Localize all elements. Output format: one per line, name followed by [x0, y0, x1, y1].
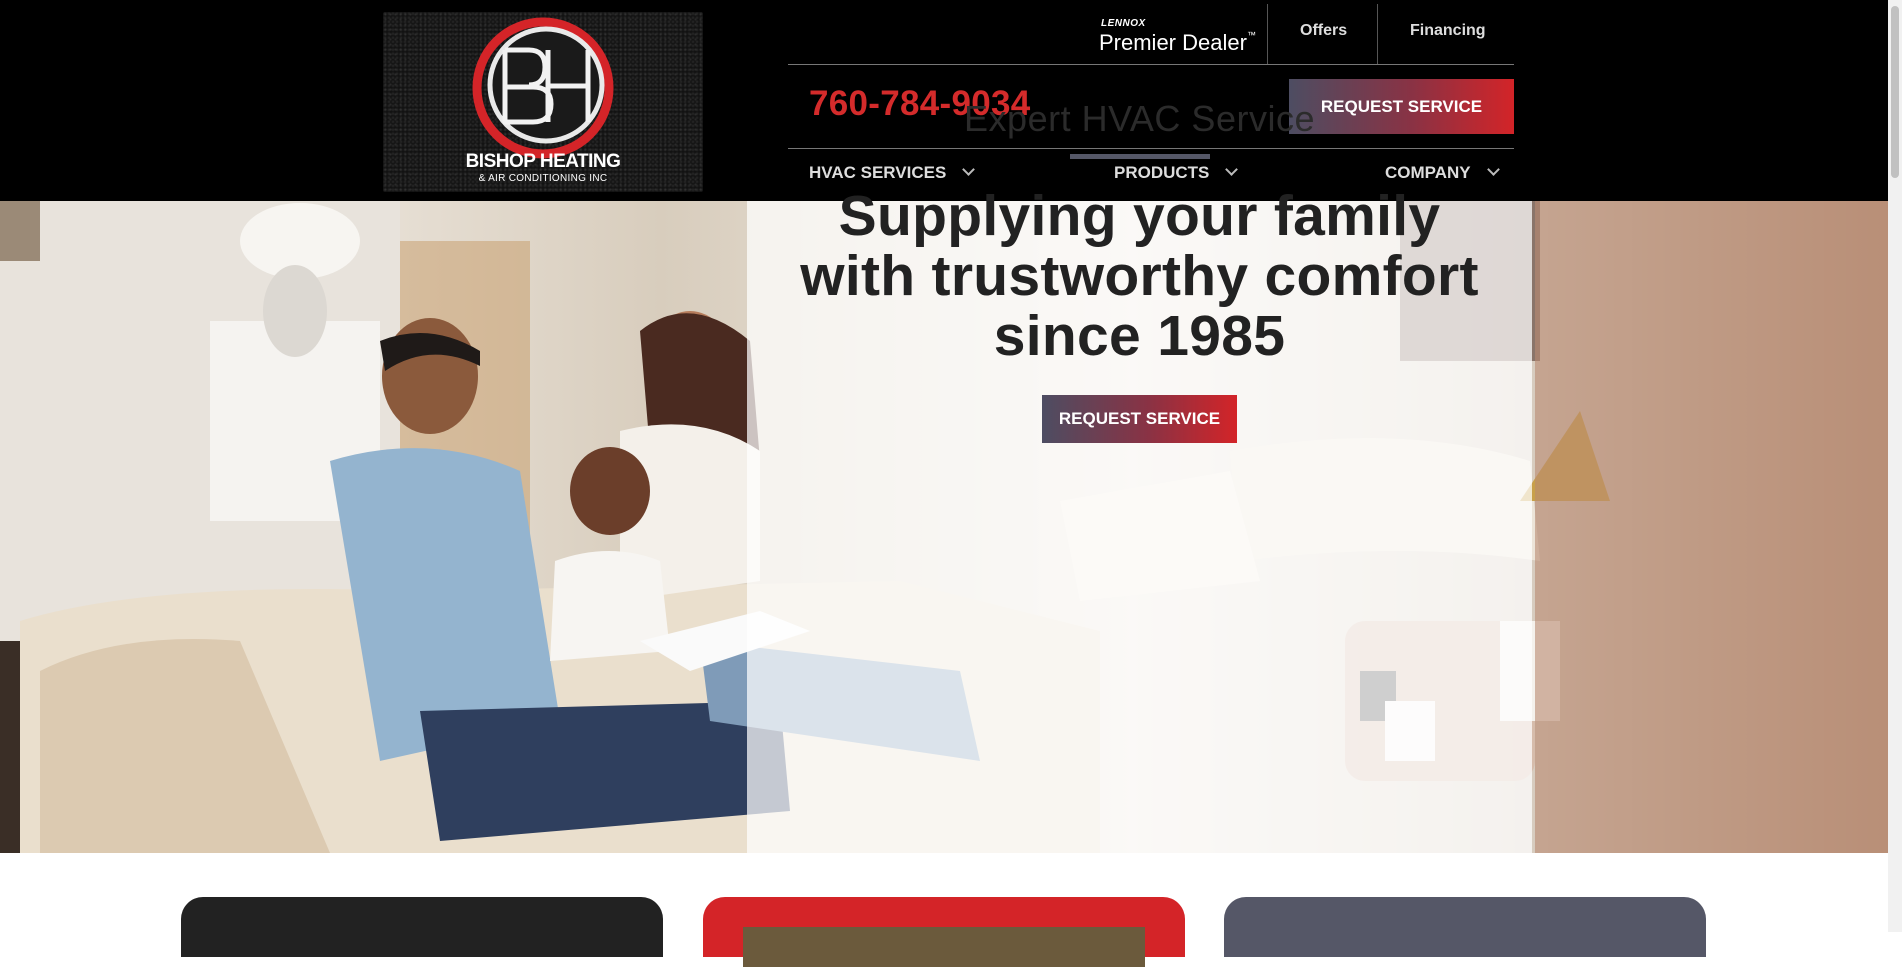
feature-card-image [743, 927, 1145, 967]
nav-products-label: PRODUCTS [1114, 163, 1210, 182]
hero-request-service-button[interactable]: REQUEST SERVICE [1042, 395, 1237, 443]
company-logo[interactable]: BISHOP HEATING & AIR CONDITIONING INC [383, 12, 703, 192]
premier-dealer-label: Premier Dealer [1099, 30, 1247, 55]
feature-card-red[interactable] [703, 897, 1185, 967]
hero-headline-line-2: with trustworthy comfort [800, 244, 1479, 308]
scrollbar-thumb[interactable] [1891, 6, 1899, 178]
hero-headline: Supplying your family with trustworthy c… [747, 186, 1532, 366]
feature-card-dark[interactable] [181, 897, 663, 957]
header-rule-bottom [788, 148, 1514, 149]
trademark-symbol: ™ [1246, 30, 1256, 40]
nav-company[interactable]: COMPANY [1385, 163, 1500, 183]
page-scrollbar[interactable] [1888, 0, 1902, 932]
nav-products[interactable]: PRODUCTS [1114, 163, 1239, 183]
chevron-down-icon [962, 163, 976, 176]
financing-link[interactable]: Financing [1410, 22, 1486, 40]
hero-headline-line-3: since 1985 [993, 304, 1286, 368]
lennox-logo-text: LENNOX [1101, 18, 1146, 29]
feature-card-slate[interactable] [1224, 897, 1706, 957]
offers-link[interactable]: Offers [1300, 22, 1347, 40]
header-divider [1377, 4, 1378, 64]
hero-divider [1070, 154, 1210, 159]
header-rule-top [788, 64, 1514, 65]
nav-hvac-services-label: HVAC SERVICES [809, 163, 947, 182]
nav-company-label: COMPANY [1385, 163, 1471, 182]
lennox-premier-dealer-badge: LENNOX Premier Dealer™ [1099, 16, 1267, 56]
logo-company-subtitle: & AIR CONDITIONING INC [478, 173, 608, 184]
hero-subtitle: Expert HVAC Service [964, 98, 1315, 139]
logo-company-name: BISHOP HEATING [465, 151, 621, 172]
premier-dealer-text: Premier Dealer™ [1099, 30, 1256, 56]
header-divider [1267, 4, 1268, 64]
chevron-down-icon [1486, 163, 1500, 176]
chevron-down-icon [1225, 163, 1239, 176]
hero-headline-line-1: Supplying your family [838, 184, 1441, 248]
nav-hvac-services[interactable]: HVAC SERVICES [809, 163, 976, 183]
